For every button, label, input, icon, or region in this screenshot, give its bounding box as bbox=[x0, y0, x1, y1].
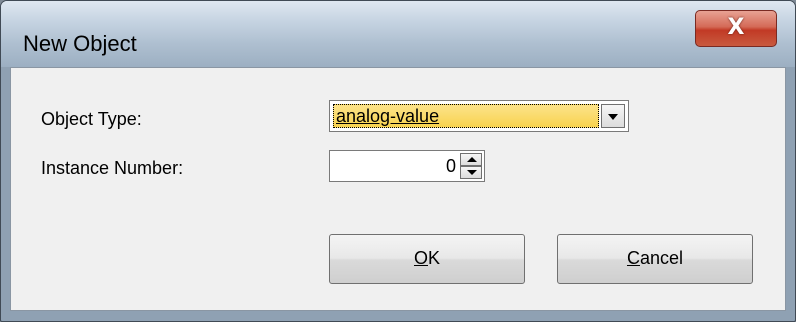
object-type-label: Object Type: bbox=[41, 109, 142, 129]
spin-down-button[interactable] bbox=[460, 166, 482, 179]
ok-mnemonic: O bbox=[413, 248, 428, 268]
dialog-body: Object Type: analog-value Instance Numbe… bbox=[10, 67, 786, 311]
dialog-window: New Object X Object Type: analog-value I… bbox=[0, 0, 796, 322]
spin-down-icon bbox=[467, 170, 477, 175]
chevron-down-icon bbox=[608, 114, 618, 120]
ok-label-rest: K bbox=[428, 248, 441, 268]
spin-up-button[interactable] bbox=[460, 153, 482, 166]
dropdown-button[interactable] bbox=[601, 104, 625, 128]
object-type-value: analog-value bbox=[333, 104, 599, 128]
instance-number-stepper[interactable]: 0 bbox=[329, 150, 485, 182]
cancel-button[interactable]: Cancel bbox=[557, 234, 753, 284]
title-bar[interactable]: New Object X bbox=[1, 1, 795, 67]
cancel-label-rest: ancel bbox=[639, 248, 684, 268]
close-button[interactable]: X bbox=[695, 10, 777, 47]
ok-button[interactable]: OK bbox=[329, 234, 525, 284]
spin-up-icon bbox=[467, 157, 477, 162]
instance-number-value[interactable]: 0 bbox=[446, 154, 456, 178]
instance-number-label: Instance Number: bbox=[41, 158, 184, 178]
close-icon: X bbox=[727, 15, 745, 40]
cancel-mnemonic: C bbox=[626, 248, 640, 268]
spin-buttons bbox=[460, 153, 482, 179]
object-type-select[interactable]: analog-value bbox=[329, 100, 629, 132]
window-title: New Object bbox=[23, 31, 137, 56]
